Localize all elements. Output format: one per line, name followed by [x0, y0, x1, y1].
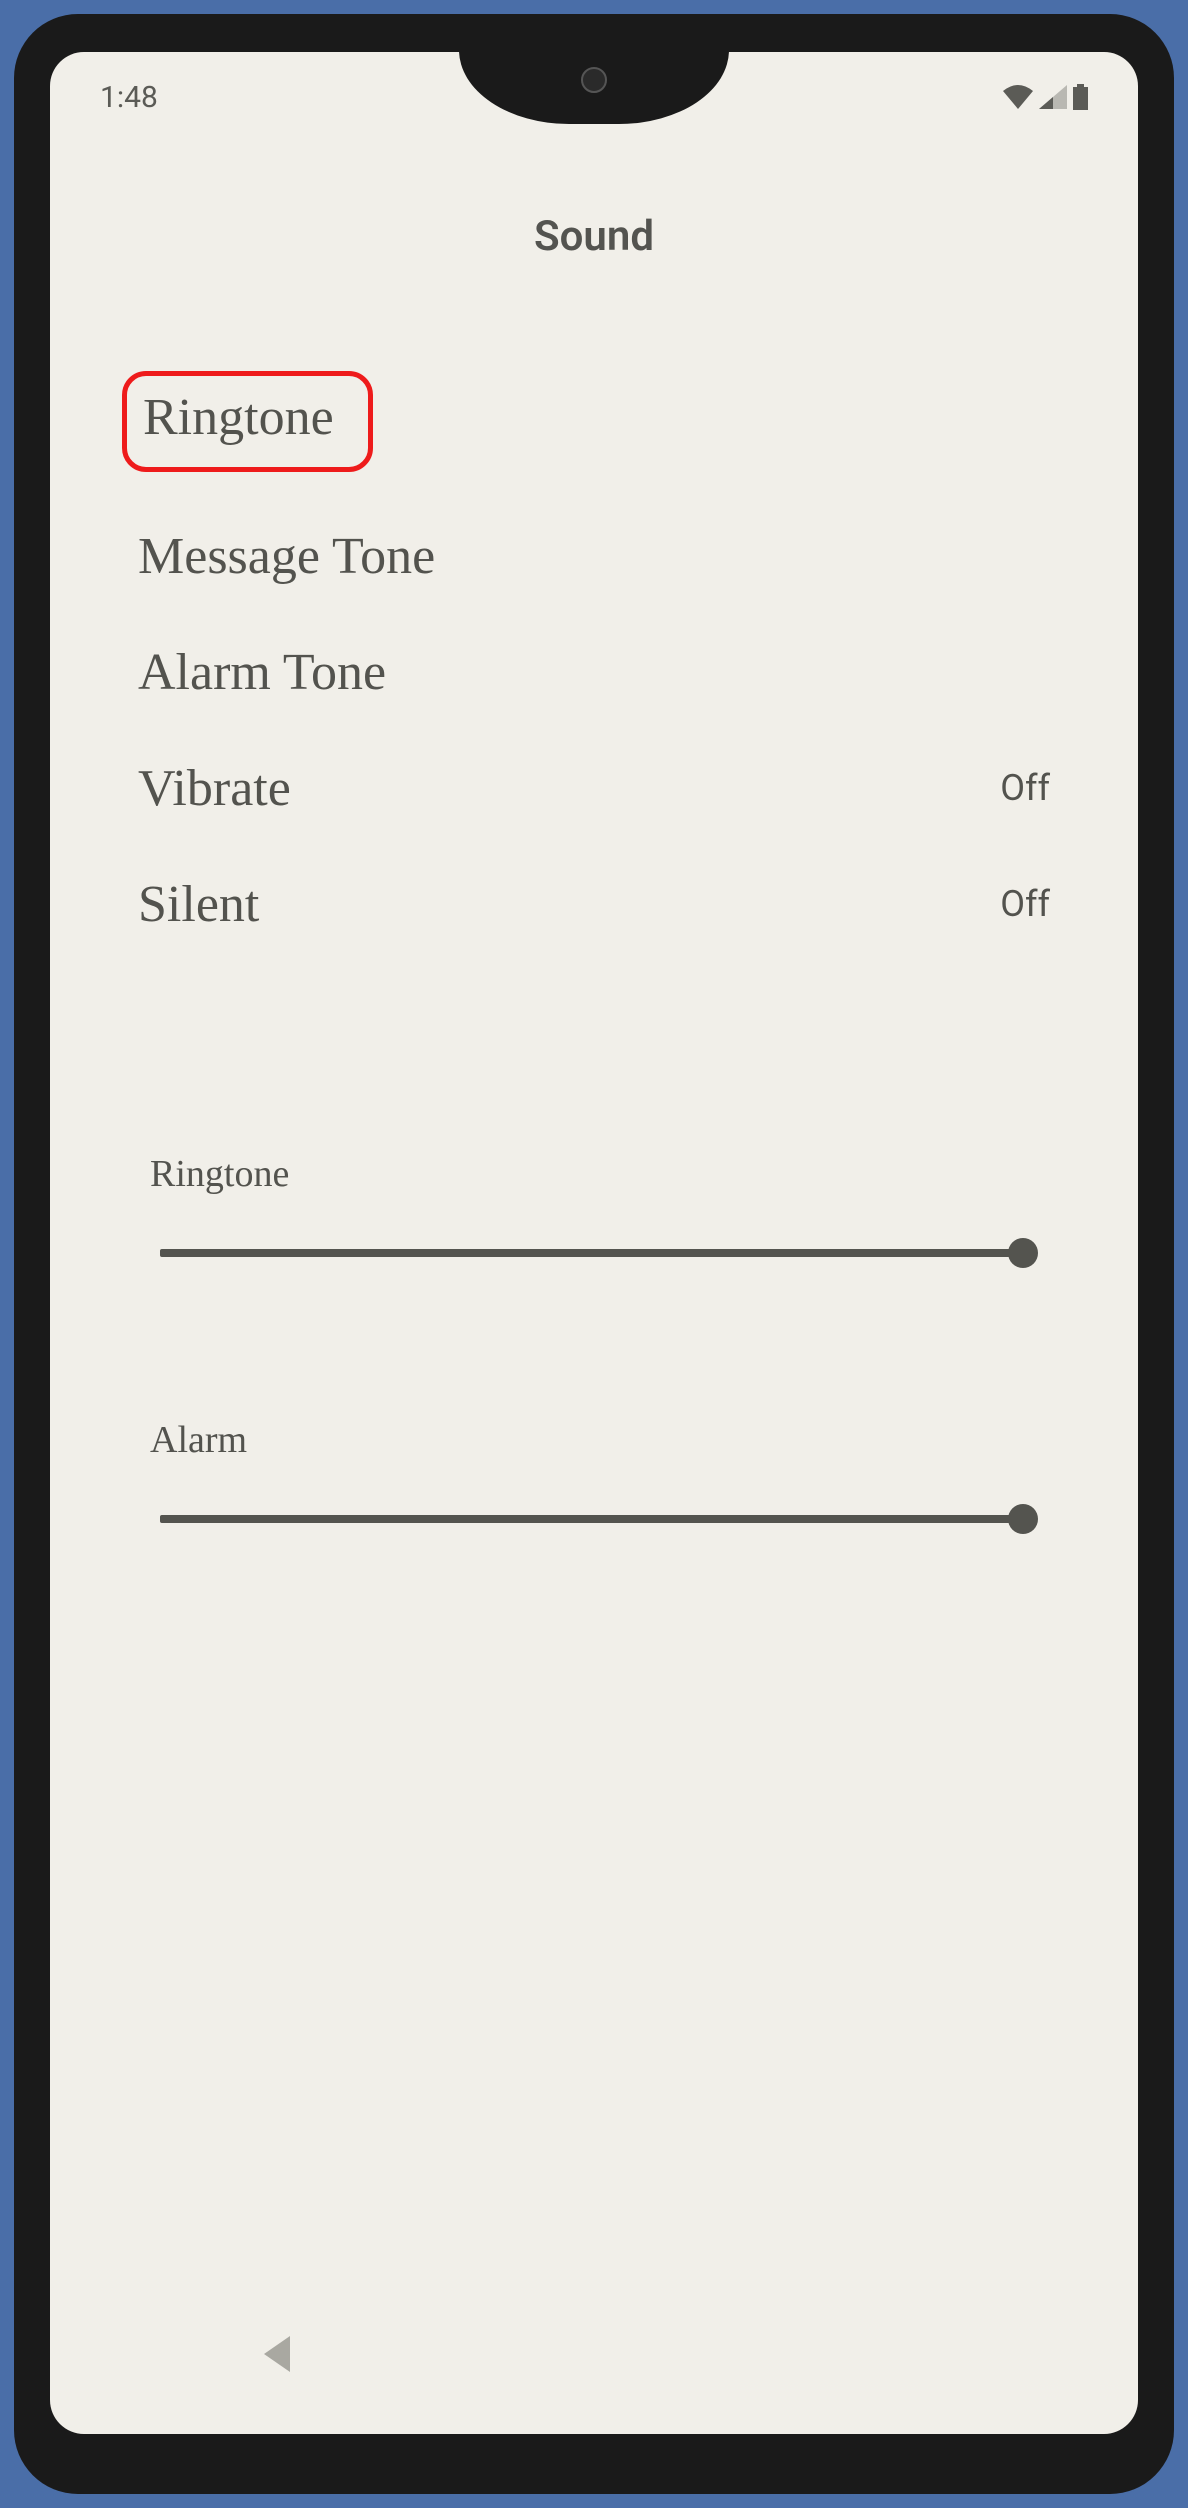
status-time: 1:48	[100, 80, 158, 115]
slider-ringtone-block: Ringtone	[150, 1152, 1038, 1268]
wifi-icon	[1003, 85, 1033, 109]
back-icon	[260, 2334, 294, 2374]
sliders-section: Ringtone Alarm	[120, 1152, 1068, 1534]
navigation-bar	[50, 2314, 1138, 2394]
back-button[interactable]	[260, 2334, 294, 2374]
slider-thumb[interactable]	[1008, 1238, 1038, 1268]
slider-track	[160, 1515, 1028, 1523]
ringtone-slider[interactable]	[150, 1238, 1038, 1268]
option-label: Ringtone	[143, 388, 334, 447]
page-title: Sound	[120, 212, 1068, 261]
option-value: Off	[1000, 883, 1050, 925]
slider-track	[160, 1249, 1028, 1257]
front-camera	[581, 67, 607, 93]
option-vibrate[interactable]: Vibrate Off	[120, 730, 1068, 846]
slider-alarm-block: Alarm	[150, 1418, 1038, 1534]
screen: 1:48 Sound Ringtone Message Tone Alarm T…	[50, 52, 1138, 2434]
phone-frame: 1:48 Sound Ringtone Message Tone Alarm T…	[14, 14, 1174, 2494]
option-label: Silent	[138, 875, 259, 934]
option-ringtone[interactable]: Ringtone	[120, 371, 1068, 472]
option-label: Message Tone	[138, 527, 435, 586]
status-icons	[1003, 84, 1088, 110]
slider-label: Alarm	[150, 1418, 1038, 1462]
option-silent[interactable]: Silent Off	[120, 846, 1068, 962]
option-label: Alarm Tone	[138, 643, 386, 702]
slider-thumb[interactable]	[1008, 1504, 1038, 1534]
content: Sound Ringtone Message Tone Alarm Tone V…	[50, 182, 1138, 2434]
signal-icon	[1039, 85, 1067, 109]
alarm-slider[interactable]	[150, 1504, 1038, 1534]
battery-icon	[1073, 84, 1088, 110]
option-message-tone[interactable]: Message Tone	[120, 498, 1068, 614]
slider-label: Ringtone	[150, 1152, 1038, 1196]
option-value: Off	[1000, 767, 1050, 809]
option-label: Vibrate	[138, 759, 291, 818]
highlight-ringtone: Ringtone	[122, 371, 373, 472]
option-alarm-tone[interactable]: Alarm Tone	[120, 614, 1068, 730]
